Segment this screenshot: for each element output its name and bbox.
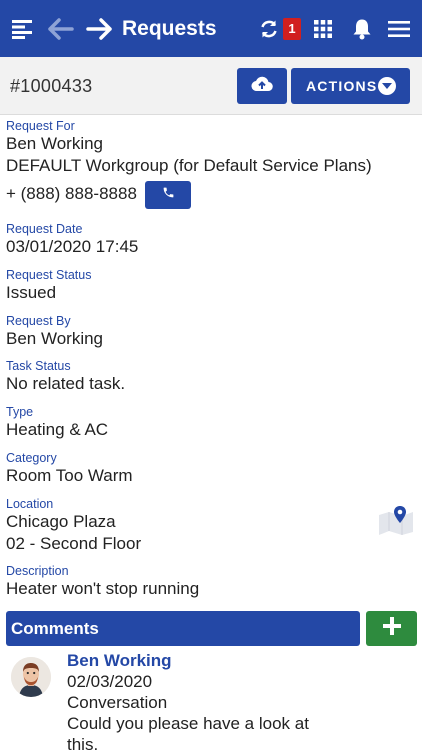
plus-icon [382, 617, 401, 640]
request-toolbar: #1000433 ACTIONS [0, 57, 422, 115]
type-label: Type [6, 405, 34, 419]
phone-icon [162, 186, 175, 204]
request-for-workgroup: DEFAULT Workgroup (for Default Service P… [6, 156, 372, 175]
request-for-phone: + (888) 888-8888 [6, 184, 137, 203]
comments-header[interactable]: Comments [6, 611, 360, 646]
hamburger-menu-icon[interactable] [386, 0, 412, 57]
menu-list-icon[interactable] [8, 0, 38, 57]
actions-label: ACTIONS [306, 78, 378, 94]
back-arrow-icon[interactable] [46, 0, 76, 57]
request-status-label: Request Status [6, 268, 92, 282]
sync-icon[interactable] [257, 0, 281, 57]
location-line1: Chicago Plaza [6, 512, 116, 531]
description-value: Heater won't stop running [6, 579, 200, 598]
request-id: #1000433 [10, 76, 93, 96]
request-by-value: Ben Working [6, 329, 104, 348]
actions-button[interactable]: ACTIONS [291, 68, 410, 104]
request-date-value: 03/01/2020 17:45 [6, 237, 139, 256]
type-value: Heating & AC [6, 420, 109, 439]
task-status-value: No related task. [6, 374, 126, 393]
apps-grid-icon[interactable] [311, 0, 335, 57]
task-status-label: Task Status [6, 359, 71, 373]
map-pin-icon[interactable] [378, 505, 414, 535]
request-date-label: Request Date [6, 222, 83, 236]
call-button[interactable] [145, 181, 191, 209]
category-value: Room Too Warm [6, 466, 133, 485]
comment-date: 02/03/2020 [67, 672, 153, 691]
comment-text-line2: this. [67, 735, 99, 750]
request-for-label: Request For [6, 119, 75, 133]
page-title: Requests [122, 17, 217, 40]
request-by-label: Request By [6, 314, 71, 328]
location-label: Location [6, 497, 54, 511]
forward-arrow-icon[interactable] [84, 0, 114, 57]
request-for-name: Ben Working [6, 134, 104, 153]
comment-text-line1: Could you please have a look at [67, 714, 309, 733]
category-label: Category [6, 451, 57, 465]
comment-kind: Conversation [67, 693, 168, 712]
add-comment-button[interactable] [366, 611, 417, 646]
sync-count-badge: 1 [283, 18, 301, 40]
top-app-bar: Requests 1 [0, 0, 422, 57]
chevron-down-icon [378, 77, 396, 95]
comment-author: Ben Working [67, 651, 172, 670]
request-status-value: Issued [6, 283, 57, 302]
bell-icon[interactable] [349, 0, 375, 57]
cloud-upload-icon [251, 76, 273, 97]
location-line2: 02 - Second Floor [6, 534, 142, 553]
avatar [11, 657, 51, 697]
description-label: Description [6, 564, 69, 578]
upload-button[interactable] [237, 68, 287, 104]
